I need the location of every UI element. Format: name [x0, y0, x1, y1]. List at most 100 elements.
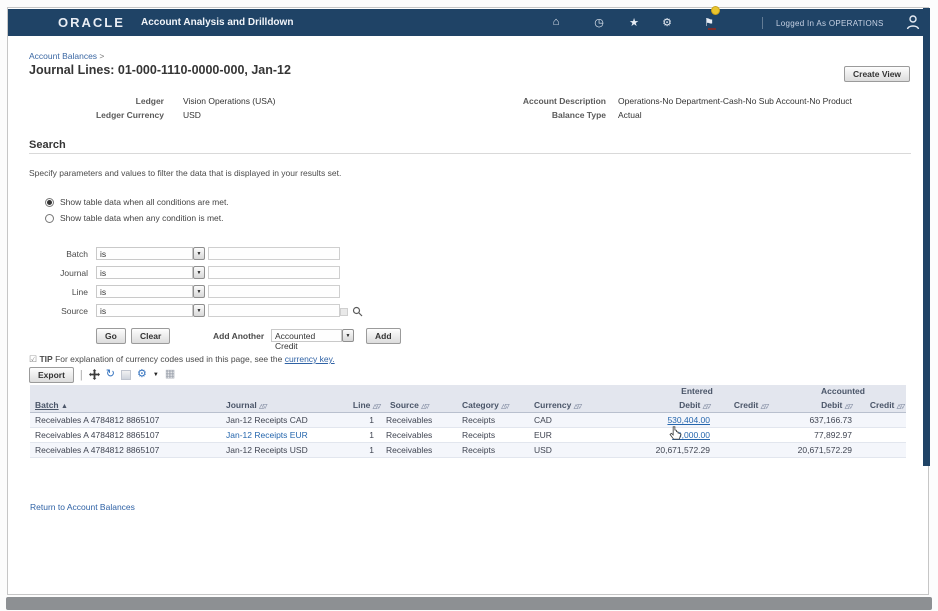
column-header-entered-debit[interactable]: Debit △▽	[600, 398, 712, 414]
source-field-label: Source	[8, 306, 88, 316]
ledger-label: Ledger	[48, 96, 164, 106]
add-another-dropdown-button[interactable]: ▼	[342, 329, 354, 342]
cell-entered-debit: 20,671,572.29	[600, 443, 712, 458]
search-heading: Search	[29, 139, 66, 151]
radio-all-conditions[interactable]	[45, 198, 54, 207]
group-accounted-label: Accounted	[770, 385, 906, 398]
source-operator-select[interactable]: is	[96, 304, 193, 317]
line-operator-select[interactable]: is	[96, 285, 193, 298]
add-another-select[interactable]: Accounted Credit	[271, 329, 342, 342]
line-value-input[interactable]	[208, 285, 340, 298]
cell-entered-credit	[712, 443, 770, 458]
clear-button[interactable]: Clear	[131, 328, 170, 344]
results-table: Entered Accounted Batch ▲ Journal △▽ Lin…	[30, 385, 906, 458]
sort-icon: △▽	[897, 404, 904, 410]
column-header-accounted-credit[interactable]: Credit △▽	[854, 398, 906, 414]
favorites-star-icon[interactable]: ★	[627, 16, 641, 29]
user-icon[interactable]	[906, 14, 920, 30]
cell-batch: Receivables A 4784812 8865107	[30, 413, 220, 428]
settings-gear-icon[interactable]: ⚙	[660, 16, 674, 29]
cell-batch: Receivables A 4784812 8865107	[30, 443, 220, 458]
cell-currency: EUR	[524, 428, 600, 443]
currency-key-link[interactable]: currency key.	[285, 354, 335, 364]
journal-field-label: Journal	[8, 268, 88, 278]
cell-accounted-debit: 77,892.97	[770, 428, 854, 443]
tip-icon: ☑	[29, 354, 37, 364]
grid-view-icon[interactable]: ▦	[165, 369, 175, 380]
cell-source: Receivables	[380, 413, 452, 428]
return-to-account-balances-link[interactable]: Return to Account Balances	[30, 502, 135, 512]
export-button[interactable]: Export	[29, 367, 74, 383]
radio-all-conditions-label: Show table data when all conditions are …	[60, 197, 229, 207]
cell-source: Receivables	[380, 443, 452, 458]
column-header-line[interactable]: Line △▽	[352, 398, 380, 414]
column-header-journal[interactable]: Journal △▽	[220, 398, 352, 414]
group-entered-label: Entered	[600, 385, 770, 398]
logged-in-text: Logged In As OPERATIONS	[776, 19, 884, 28]
page-title: Journal Lines: 01-000-1110-0000-000, Jan…	[29, 63, 291, 77]
cell-source: Receivables	[380, 428, 452, 443]
quick-select-icon[interactable]	[340, 308, 348, 316]
batch-operator-dropdown-button[interactable]: ▼	[193, 247, 205, 260]
line-operator-dropdown-button[interactable]: ▼	[193, 285, 205, 298]
go-button[interactable]: Go	[96, 328, 126, 344]
sort-asc-icon: ▲	[61, 403, 68, 410]
cell-journal: Jan-12 Receipts CAD	[220, 413, 352, 428]
mouse-cursor-icon	[669, 426, 682, 440]
recent-items-icon[interactable]: ◷	[592, 16, 606, 29]
radio-any-condition-label: Show table data when any condition is me…	[60, 213, 224, 223]
table-toolbar: Export | ↻ ⚙ ▼ ▦	[29, 366, 175, 383]
breadcrumb-separator: >	[99, 51, 104, 61]
tip-label: TIP	[39, 354, 52, 364]
table-group-header: Entered Accounted	[30, 385, 906, 398]
table-row: Receivables A 4784812 8865107 Jan-12 Rec…	[30, 443, 906, 458]
breadcrumb-link-account-balances[interactable]: Account Balances	[29, 51, 97, 61]
search-lov-icon[interactable]	[352, 306, 363, 317]
column-header-category[interactable]: Category △▽	[452, 398, 524, 414]
radio-any-condition[interactable]	[45, 214, 54, 223]
batch-operator-select[interactable]: is	[96, 247, 193, 260]
settings-caret-icon[interactable]: ▼	[153, 372, 159, 378]
cell-line: 1	[352, 428, 380, 443]
app-title: Account Analysis and Drilldown	[141, 17, 293, 28]
oracle-logo: ORACLE	[58, 15, 125, 30]
journal-operator-dropdown-button[interactable]: ▼	[193, 266, 205, 279]
window-right-edge	[923, 8, 930, 466]
account-description-value: Operations-No Department-Cash-No Sub Acc…	[618, 96, 852, 106]
column-header-accounted-debit[interactable]: Debit △▽	[770, 398, 854, 414]
column-header-currency[interactable]: Currency △▽	[524, 398, 600, 414]
add-another-label: Add Another	[213, 331, 264, 341]
column-header-batch[interactable]: Batch ▲	[30, 398, 220, 414]
bottom-window-bar	[6, 597, 932, 610]
source-operator-dropdown-button[interactable]: ▼	[193, 304, 205, 317]
freeze-icon[interactable]	[121, 370, 131, 380]
header-divider	[762, 17, 763, 29]
section-divider	[29, 153, 911, 154]
cell-journal: Jan-12 Receipts USD	[220, 443, 352, 458]
ledger-currency-label: Ledger Currency	[48, 110, 164, 120]
source-value-input[interactable]	[208, 304, 340, 317]
ledger-currency-value: USD	[183, 110, 201, 120]
cell-line: 1	[352, 443, 380, 458]
column-header-entered-credit[interactable]: Credit △▽	[712, 398, 770, 414]
detach-icon[interactable]	[89, 369, 100, 380]
sort-icon: △▽	[703, 404, 710, 410]
column-header-source[interactable]: Source △▽	[380, 398, 452, 414]
entered-debit-link[interactable]: 530,404.00	[667, 415, 710, 425]
home-icon[interactable]: ⌂	[549, 16, 563, 28]
journal-link[interactable]: Jan-12 Receipts EUR	[226, 430, 308, 440]
table-header-row: Batch ▲ Journal △▽ Line △▽ Source △▽ Cat…	[30, 398, 906, 413]
journal-operator-select[interactable]: is	[96, 266, 193, 279]
cell-accounted-credit	[854, 413, 906, 428]
create-view-button[interactable]: Create View	[844, 66, 910, 82]
table-settings-gear-icon[interactable]: ⚙	[137, 369, 147, 380]
sort-icon: △▽	[259, 404, 266, 410]
breadcrumb: Account Balances >	[29, 51, 104, 61]
sort-icon: △▽	[501, 404, 508, 410]
table-row: Receivables A 4784812 8865107 Jan-12 Rec…	[30, 428, 906, 443]
add-button[interactable]: Add	[366, 328, 401, 344]
journal-value-input[interactable]	[208, 266, 340, 279]
refresh-icon[interactable]: ↻	[106, 369, 115, 380]
batch-value-input[interactable]	[208, 247, 340, 260]
app-window: ORACLE Account Analysis and Drilldown ⌂ …	[7, 7, 929, 595]
